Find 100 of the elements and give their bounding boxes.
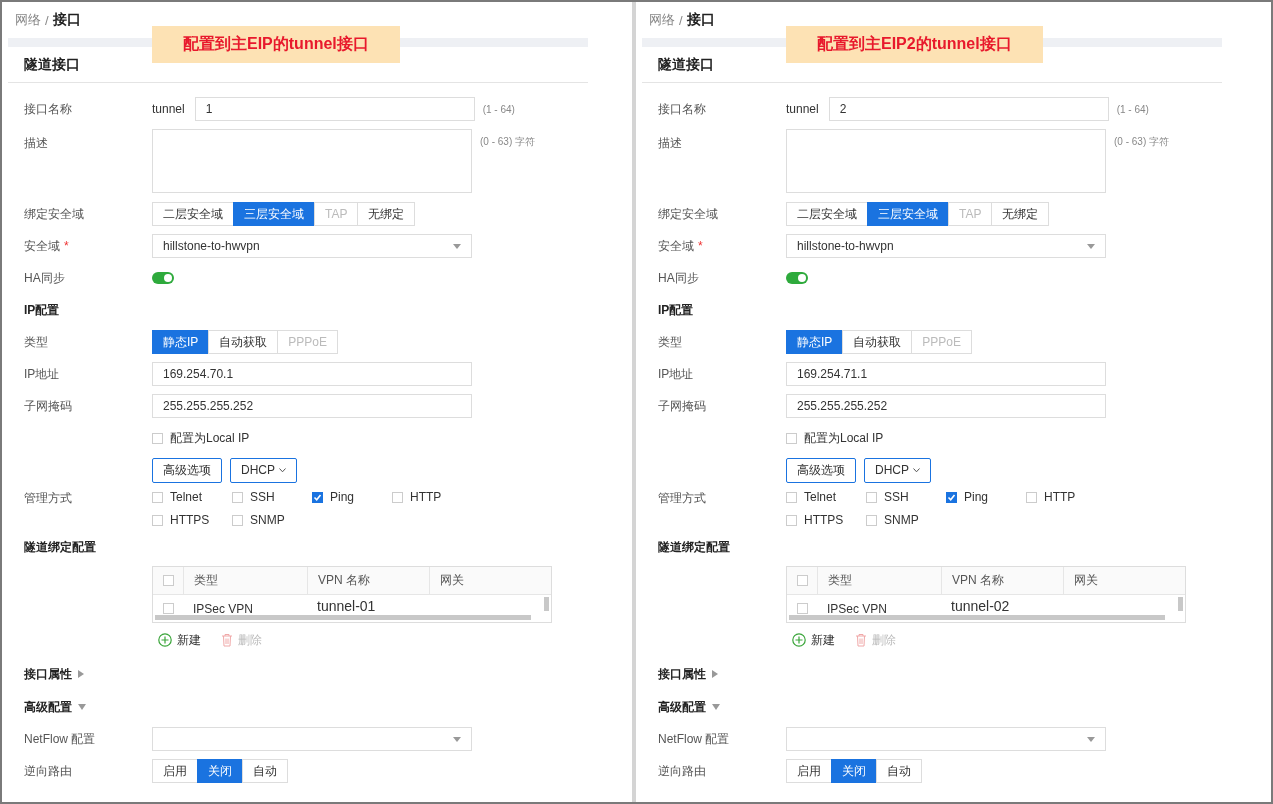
horizontal-scrollbar[interactable] — [155, 615, 531, 620]
segment-option[interactable]: 启用 — [786, 759, 832, 783]
new-button[interactable]: 新建 — [158, 631, 201, 649]
checkbox-label: HTTPS — [804, 513, 844, 527]
segment-option[interactable]: 三层安全域 — [867, 202, 949, 226]
field-prefix: tunnel — [152, 102, 185, 116]
checkbox[interactable] — [786, 432, 797, 444]
select-field[interactable]: hillstone-to-hwvpn — [786, 234, 1106, 258]
segment-option[interactable]: 启用 — [152, 759, 198, 783]
checkbox-label: 配置为Local IP — [804, 429, 884, 447]
collapsed-triangle-icon[interactable] — [78, 670, 84, 678]
section-heading[interactable]: 接口属性 — [24, 665, 72, 683]
dropdown-caret-icon — [453, 736, 461, 742]
checkbox[interactable] — [232, 514, 243, 526]
table-cell: tunnel-01 — [317, 597, 376, 614]
breadcrumb-link[interactable]: 网络 — [15, 11, 41, 29]
text-field[interactable]: 169.254.71.1 — [786, 362, 1106, 386]
select-field[interactable] — [152, 727, 472, 751]
field-label: 绑定安全域 — [24, 205, 85, 223]
options-button[interactable]: 高级选项 — [786, 457, 856, 483]
text-field[interactable]: 255.255.255.252 — [786, 394, 1106, 418]
field-label: 接口名称 — [658, 100, 707, 118]
checkbox[interactable] — [786, 491, 797, 503]
toggle-switch[interactable] — [786, 272, 808, 284]
checkbox[interactable] — [232, 491, 243, 503]
field-label: 类型 — [24, 333, 49, 351]
checkbox[interactable] — [392, 491, 403, 503]
segment-option[interactable]: 关闭 — [831, 759, 877, 783]
expanded-triangle-icon[interactable] — [78, 704, 86, 710]
checkbox[interactable] — [312, 491, 323, 503]
checkbox[interactable] — [162, 603, 174, 614]
dropdown-button[interactable]: DHCP — [864, 457, 931, 483]
options-button[interactable]: 高级选项 — [152, 457, 222, 483]
text-field[interactable]: 2 — [828, 97, 1109, 121]
range-hint: (0 - 63) 字符 — [1114, 135, 1169, 149]
segment-option[interactable]: 静态IP — [152, 330, 210, 354]
checkbox-label: SNMP — [884, 513, 919, 527]
text-field[interactable]: 1 — [194, 97, 475, 121]
segment-option[interactable]: 无绑定 — [357, 202, 416, 226]
field-label: HA同步 — [24, 269, 66, 287]
checkbox[interactable] — [152, 432, 163, 444]
section-heading: IP配置 — [658, 301, 694, 319]
vertical-scrollbar[interactable] — [1178, 597, 1183, 611]
segment-option[interactable]: 自动获取 — [842, 330, 913, 354]
checkbox[interactable] — [866, 514, 877, 526]
column-header: VPN 名称 — [941, 567, 1063, 594]
chevron-down-icon — [279, 467, 286, 473]
dropdown-button[interactable]: DHCP — [230, 457, 297, 483]
section-heading[interactable]: 接口属性 — [658, 665, 706, 683]
checkbox[interactable] — [796, 575, 808, 586]
field-label: 接口名称 — [24, 100, 73, 118]
checkbox-label: SSH — [884, 490, 909, 504]
checkbox[interactable] — [946, 491, 957, 503]
breadcrumb-link[interactable]: 网络 — [649, 11, 675, 29]
segment-option[interactable]: 二层安全域 — [152, 202, 234, 226]
description-field[interactable] — [786, 129, 1106, 193]
checkbox-label: SSH — [250, 490, 275, 504]
table-cell: IPSec VPN — [827, 601, 888, 616]
vertical-scrollbar[interactable] — [544, 597, 549, 611]
toggle-switch[interactable] — [152, 272, 174, 284]
description-field[interactable] — [152, 129, 472, 193]
segment-option[interactable]: 关闭 — [197, 759, 243, 783]
range-hint: (0 - 63) 字符 — [480, 135, 535, 149]
column-header: 类型 — [183, 567, 307, 594]
checkbox[interactable] — [152, 491, 163, 503]
checkbox[interactable] — [866, 491, 877, 503]
table-cell: tunnel-02 — [951, 597, 1010, 614]
breadcrumb-current: 接口 — [52, 11, 81, 29]
field-label: 逆向路由 — [24, 762, 73, 780]
field-prefix: tunnel — [786, 102, 819, 116]
column-header: 类型 — [817, 567, 941, 594]
checkbox[interactable] — [152, 514, 163, 526]
segment-option[interactable]: 自动 — [876, 759, 922, 783]
expanded-triangle-icon[interactable] — [712, 704, 720, 710]
section-heading[interactable]: 高级配置 — [24, 698, 72, 716]
collapsed-triangle-icon[interactable] — [712, 670, 718, 678]
section-heading[interactable]: 高级配置 — [658, 698, 706, 716]
checkbox[interactable] — [162, 575, 174, 586]
segment-option[interactable]: 二层安全域 — [786, 202, 868, 226]
section-heading: IP配置 — [24, 301, 60, 319]
field-label: 描述 — [24, 135, 49, 152]
segment-option[interactable]: 静态IP — [786, 330, 844, 354]
segment-option[interactable]: 三层安全域 — [233, 202, 315, 226]
checkbox[interactable] — [796, 603, 808, 614]
segment-option[interactable]: 无绑定 — [991, 202, 1050, 226]
field-label: 逆向路由 — [658, 762, 707, 780]
select-field[interactable] — [786, 727, 1106, 751]
segment-option[interactable]: 自动获取 — [208, 330, 279, 354]
new-button[interactable]: 新建 — [792, 631, 835, 649]
dropdown-caret-icon — [1087, 736, 1095, 742]
checkbox[interactable] — [1026, 491, 1037, 503]
checkbox[interactable] — [786, 514, 797, 526]
segment-option[interactable]: 自动 — [242, 759, 288, 783]
text-field[interactable]: 169.254.70.1 — [152, 362, 472, 386]
field-label: 安全域 — [24, 238, 60, 253]
horizontal-scrollbar[interactable] — [789, 615, 1165, 620]
select-field[interactable]: hillstone-to-hwvpn — [152, 234, 472, 258]
text-field[interactable]: 255.255.255.252 — [152, 394, 472, 418]
column-header: 网关 — [1063, 567, 1185, 594]
field-label: 管理方式 — [24, 490, 73, 507]
